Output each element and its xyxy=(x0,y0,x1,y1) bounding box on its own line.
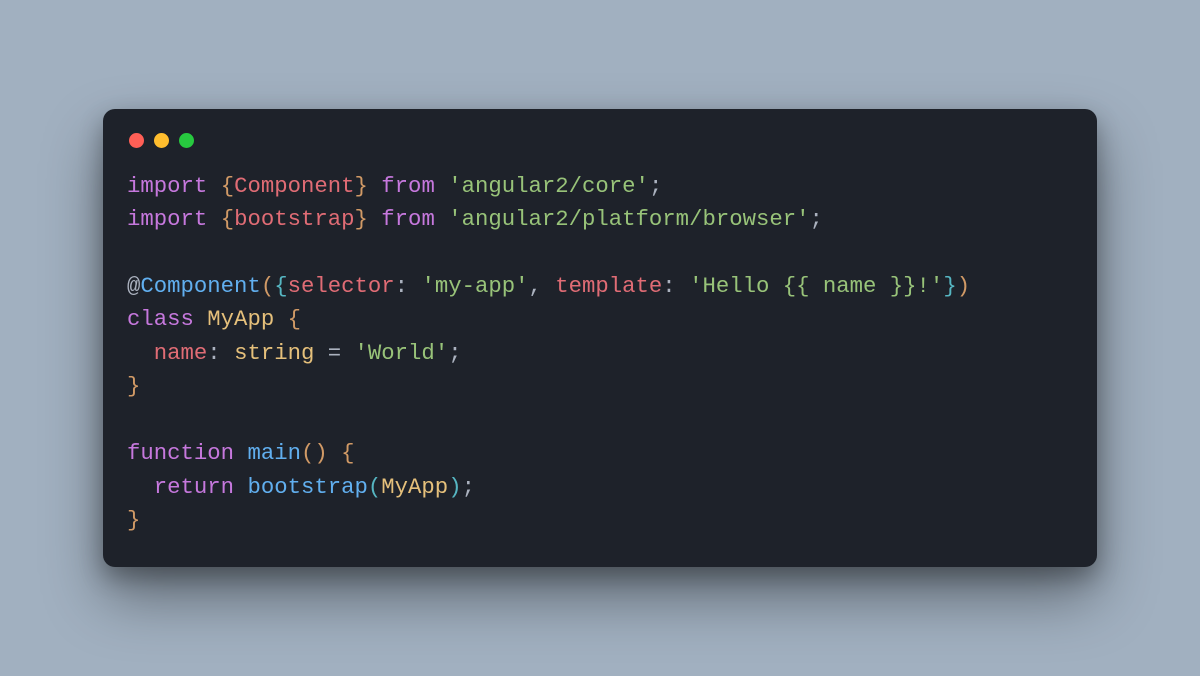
arg-MyApp: MyApp xyxy=(381,474,448,500)
type-string: string xyxy=(234,340,314,366)
decorator-Component: Component xyxy=(140,273,260,299)
code-window: import {Component} from 'angular2/core';… xyxy=(103,109,1097,568)
zoom-icon[interactable] xyxy=(179,133,194,148)
minimize-icon[interactable] xyxy=(154,133,169,148)
keyword-return: return xyxy=(154,474,234,500)
string-hello-template: 'Hello {{ name }}!' xyxy=(689,273,943,299)
identifier-bootstrap: bootstrap xyxy=(234,206,354,232)
identifier-Component: Component xyxy=(234,173,354,199)
keyword-class: class xyxy=(127,306,194,332)
keyword-from: from xyxy=(381,173,435,199)
string-angular2-core: 'angular2/core' xyxy=(448,173,649,199)
string-World: 'World' xyxy=(355,340,449,366)
string-angular2-platform-browser: 'angular2/platform/browser' xyxy=(448,206,809,232)
keyword-import: import xyxy=(127,206,207,232)
keyword-function: function xyxy=(127,440,234,466)
string-my-app: 'my-app' xyxy=(421,273,528,299)
prop-selector: selector xyxy=(288,273,395,299)
class-MyApp: MyApp xyxy=(207,306,274,332)
code-block: import {Component} from 'angular2/core';… xyxy=(127,170,1073,538)
function-main: main xyxy=(247,440,301,466)
call-bootstrap: bootstrap xyxy=(247,474,367,500)
keyword-import: import xyxy=(127,173,207,199)
keyword-from: from xyxy=(381,206,435,232)
field-name: name xyxy=(154,340,208,366)
prop-template: template xyxy=(555,273,662,299)
decorator-at: @ xyxy=(127,273,140,299)
window-traffic-lights xyxy=(127,129,1073,158)
stage: import {Component} from 'angular2/core';… xyxy=(0,0,1200,676)
close-icon[interactable] xyxy=(129,133,144,148)
